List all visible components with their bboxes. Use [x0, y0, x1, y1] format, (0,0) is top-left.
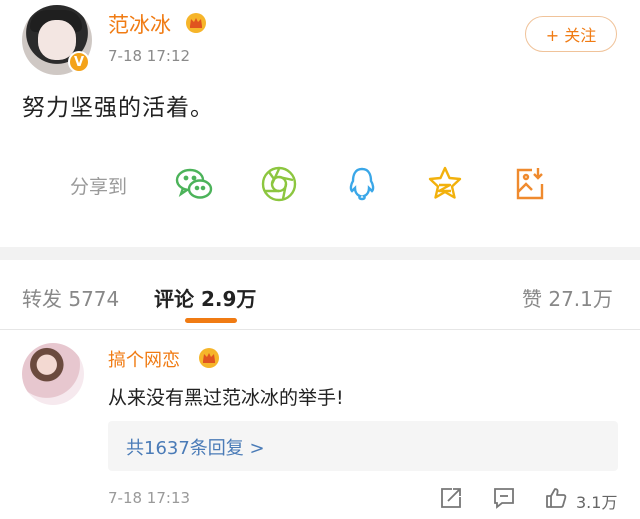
tab-comments[interactable]: 评论 2.9万 [154, 283, 256, 312]
like-icon[interactable] [544, 486, 568, 510]
verified-badge: V [68, 51, 90, 73]
wechat-icon[interactable] [174, 164, 214, 204]
qzone-icon[interactable] [425, 164, 465, 204]
commenter-avatar[interactable] [22, 343, 84, 405]
comment-text: 从来没有黑过范冰冰的举手! [108, 387, 344, 409]
comment-time: 7-18 17:13 [108, 489, 191, 507]
comment-like-count: 3.1万 [576, 493, 618, 512]
reply-icon[interactable] [492, 486, 516, 510]
tab-repost[interactable]: 转发 5774 [22, 283, 119, 312]
section-divider [0, 247, 640, 260]
tabs-divider [0, 329, 640, 330]
follow-button[interactable]: + 关注 [525, 16, 617, 52]
crown-icon [186, 13, 206, 33]
active-tab-indicator [185, 318, 237, 323]
view-replies-link[interactable]: 共1637条回复 > [126, 434, 265, 460]
share-comment-icon[interactable] [439, 486, 463, 510]
post-time: 7-18 17:12 [108, 47, 191, 65]
author-name[interactable]: 范冰冰 [108, 9, 171, 39]
save-image-icon[interactable] [510, 164, 550, 204]
share-label: 分享到 [70, 176, 128, 198]
crown-icon [199, 348, 219, 368]
qq-icon[interactable] [342, 164, 382, 204]
moments-icon[interactable] [259, 164, 299, 204]
post-text: 努力坚强的活着。 [22, 95, 214, 121]
tab-likes[interactable]: 赞 27.1万 [522, 283, 613, 312]
commenter-name[interactable]: 搞个网恋 [108, 346, 180, 372]
